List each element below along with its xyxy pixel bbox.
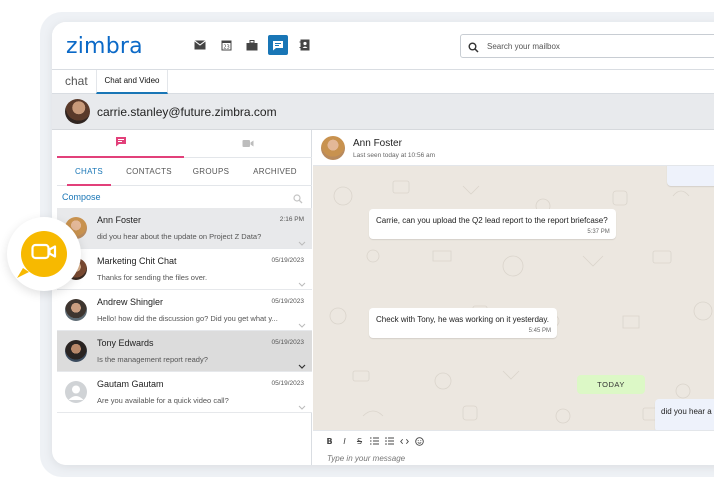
tab-app-name[interactable]: chat <box>65 74 88 88</box>
avatar <box>65 299 87 321</box>
search-box[interactable] <box>460 34 714 58</box>
conversation-header: Ann Foster Last seen today at 10:56 am <box>313 130 714 166</box>
tab-contacts[interactable]: CONTACTS <box>123 158 175 186</box>
chat-name: Gautam Gautam <box>97 379 164 389</box>
code-icon[interactable] <box>400 436 409 446</box>
tab-row: chat Chat and Video <box>52 70 714 94</box>
chat-time: 2:16 PM <box>279 216 304 223</box>
message-time: 5:37 PM <box>587 229 610 235</box>
video-camera-icon <box>242 135 254 153</box>
top-bar: zimbra 23 <box>52 22 714 70</box>
message-bubble-incoming[interactable]: Carrie, can you upload the Q2 lead repor… <box>369 209 616 239</box>
video-camera-icon <box>31 242 57 267</box>
avatar <box>65 340 87 362</box>
conversation-name: Ann Foster <box>353 138 402 149</box>
ordered-list-icon[interactable] <box>370 436 379 446</box>
message-composer: B I S <box>313 430 714 465</box>
list-item[interactable]: Ann Foster 2:16 PM did you hear about th… <box>57 208 312 249</box>
italic-icon[interactable]: I <box>340 436 349 446</box>
app-switcher: 23 <box>190 35 314 55</box>
list-item[interactable]: Marketing Chit Chat 05/19/2023 Thanks fo… <box>57 249 312 290</box>
mail-icon[interactable] <box>190 35 210 55</box>
mode-tabs <box>57 130 312 158</box>
compose-row: Compose <box>57 186 312 208</box>
tab-chat-and-video[interactable]: Chat and Video <box>96 70 168 94</box>
chat-preview: did you hear about the update on Project… <box>97 232 262 241</box>
bold-icon[interactable]: B <box>325 436 334 446</box>
message-text: Check with Tony, he was working on it ye… <box>376 315 549 324</box>
chat-name: Marketing Chit Chat <box>97 256 177 266</box>
message-bubble-incoming[interactable]: Check with Tony, he was working on it ye… <box>369 308 557 338</box>
chat-name: Tony Edwards <box>97 338 154 348</box>
message-text: Carrie, can you upload the Q2 lead repor… <box>376 216 608 225</box>
message-time: 5:45 PM <box>528 328 551 334</box>
last-seen-status: Last seen today at 10:56 am <box>353 152 436 159</box>
chat-subtabs: CHATS CONTACTS GROUPS ARCHIVED <box>57 158 312 186</box>
calendar-icon[interactable]: 23 <box>216 35 236 55</box>
bullet-list-icon[interactable] <box>385 436 394 446</box>
formatting-toolbar: B I S <box>325 436 424 446</box>
video-call-badge[interactable] <box>7 217 81 291</box>
user-email: carrie.stanley@future.zimbra.com <box>97 105 277 119</box>
chat-name: Andrew Shingler <box>97 297 164 307</box>
avatar <box>65 381 87 403</box>
contacts-icon[interactable] <box>294 35 314 55</box>
chat-preview: Is the management report ready? <box>97 355 208 364</box>
tab-archived[interactable]: ARCHIVED <box>247 158 303 186</box>
conversation-panel: Ann Foster Last seen today at 10:56 am C… <box>313 130 714 465</box>
list-item[interactable]: Gautam Gautam 05/19/2023 Are you availab… <box>57 372 312 413</box>
user-header: carrie.stanley@future.zimbra.com <box>52 94 714 130</box>
app-window: zimbra 23 chat Cha <box>52 22 714 465</box>
chat-time: 05/19/2023 <box>271 339 304 346</box>
chat-time: 05/19/2023 <box>271 298 304 305</box>
svg-text:23: 23 <box>223 45 229 51</box>
chat-background-pattern <box>329 180 713 424</box>
avatar[interactable] <box>65 99 90 124</box>
chat-time: 05/19/2023 <box>271 257 304 264</box>
message-text: did you hear a <box>661 407 712 416</box>
briefcase-icon[interactable] <box>242 35 262 55</box>
tab-groups[interactable]: GROUPS <box>189 158 233 186</box>
message-area[interactable]: Carrie, can you upload the Q2 lead repor… <box>313 166 714 430</box>
chat-list-panel: CHATS CONTACTS GROUPS ARCHIVED Compose A… <box>57 130 312 465</box>
search-input[interactable] <box>487 38 714 54</box>
chat-name: Ann Foster <box>97 215 142 225</box>
message-bubble-outgoing[interactable]: did you hear a <box>655 399 714 430</box>
chat-bubble-icon <box>115 134 127 152</box>
zimbra-logo[interactable]: zimbra <box>66 34 143 59</box>
chat-preview: Thanks for sending the files over. <box>97 273 208 282</box>
chat-time: 05/19/2023 <box>271 380 304 387</box>
chat-icon[interactable] <box>268 35 288 55</box>
chevron-down-icon[interactable] <box>298 397 306 415</box>
tab-chats[interactable]: CHATS <box>67 158 111 186</box>
tab-video-mode[interactable] <box>184 130 311 158</box>
badge-tail-icon <box>17 268 29 278</box>
emoji-icon[interactable] <box>415 436 424 446</box>
list-item[interactable]: Andrew Shingler 05/19/2023 Hello! how di… <box>57 290 312 331</box>
message-input[interactable] <box>321 451 714 465</box>
message-bubble-outgoing[interactable] <box>667 166 714 186</box>
search-icon[interactable] <box>293 191 303 209</box>
compose-button[interactable]: Compose <box>62 192 101 202</box>
video-call-icon-bg <box>17 231 67 278</box>
chat-list: Ann Foster 2:16 PM did you hear about th… <box>57 208 312 413</box>
chat-preview: Hello! how did the discussion go? Did yo… <box>97 314 278 323</box>
date-separator: TODAY <box>577 375 645 394</box>
tab-chat-mode[interactable] <box>57 130 184 158</box>
chat-preview: Are you available for a quick video call… <box>97 396 229 405</box>
search-icon <box>468 40 479 58</box>
avatar[interactable] <box>321 136 345 160</box>
strikethrough-icon[interactable]: S <box>355 436 364 446</box>
list-item[interactable]: Tony Edwards 05/19/2023 Is the managemen… <box>57 331 312 372</box>
